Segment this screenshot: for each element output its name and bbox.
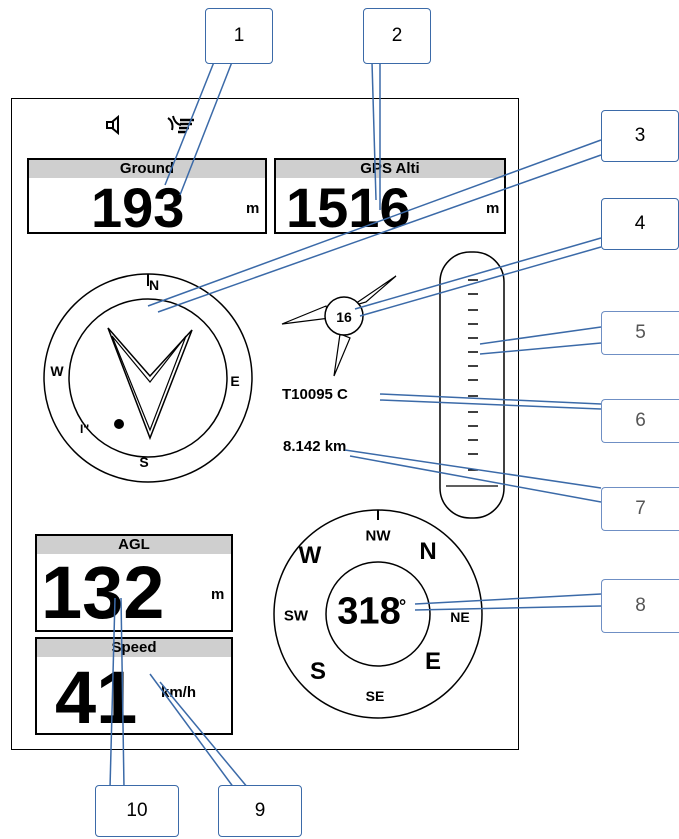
callout-3: 3 <box>601 110 679 162</box>
callout-4: 4 <box>601 198 679 250</box>
callout-8: 8 <box>601 579 679 633</box>
callout-2: 2 <box>363 8 431 64</box>
callout-1: 1 <box>205 8 273 64</box>
callout-lines <box>109 61 602 789</box>
callout-7: 7 <box>601 487 679 531</box>
callout-10: 10 <box>95 785 179 837</box>
callout-5: 5 <box>601 311 679 355</box>
callout-9: 9 <box>218 785 302 837</box>
callout-6: 6 <box>601 399 679 443</box>
